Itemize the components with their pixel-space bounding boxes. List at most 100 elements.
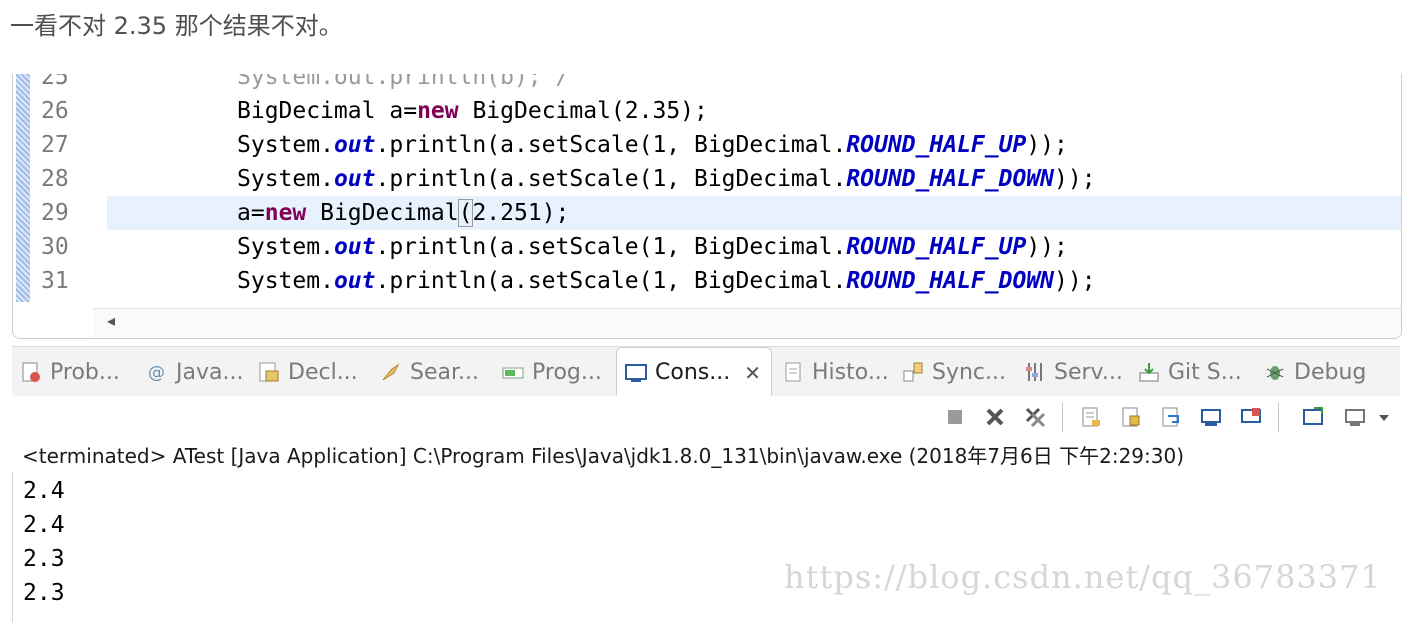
- tab-problems[interactable]: Prob...: [20, 347, 120, 397]
- token-var: a: [237, 200, 251, 226]
- new-console-view-icon[interactable]: [1342, 404, 1368, 430]
- tab-history[interactable]: Histo...: [782, 347, 889, 397]
- token-text: .println(: [375, 268, 501, 294]
- token-text: .setScale(1, BigDecimal.: [513, 132, 847, 158]
- token-var: a: [500, 268, 514, 294]
- servers-icon: [1024, 361, 1046, 383]
- line-number: 31: [41, 268, 69, 294]
- token-text: .setScale(1, BigDecimal.: [513, 268, 847, 294]
- declaration-icon: [258, 361, 280, 383]
- git-staging-icon: [1138, 361, 1160, 383]
- tab-label: Debug: [1294, 359, 1367, 385]
- matching-bracket: (: [457, 199, 474, 227]
- line-number: 26: [41, 98, 69, 124]
- code-line-25[interactable]: System.out.println(b); /: [107, 74, 1401, 94]
- tab-console[interactable]: Cons... ✕: [616, 347, 772, 397]
- tab-progress[interactable]: Prog...: [502, 347, 602, 397]
- line-number: 29: [41, 200, 69, 226]
- code-line-27[interactable]: System.out.println(a.setScale(1, BigDeci…: [107, 128, 1401, 162]
- token-text: 2.251);: [472, 200, 570, 226]
- line-number: 25: [41, 74, 69, 90]
- code-line-29-current[interactable]: a=new BigDecimal(2.251);: [107, 196, 1401, 230]
- javadoc-icon: @: [146, 361, 168, 383]
- code-line-28[interactable]: System.out.println(a.setScale(1, BigDeci…: [107, 162, 1401, 196]
- tab-declaration[interactable]: Decl...: [258, 347, 358, 397]
- debug-icon: [1264, 361, 1286, 383]
- line-number: 27: [41, 132, 69, 158]
- code-editor[interactable]: 25 26 27 28 29 30 31 System.out.println(…: [12, 74, 1402, 339]
- open-console-icon[interactable]: [1300, 404, 1326, 430]
- token-text: BigDecimal(2.35);: [458, 98, 708, 124]
- output-line: 2.4: [23, 478, 65, 504]
- code-line-30[interactable]: System.out.println(a.setScale(1, BigDeci…: [107, 230, 1401, 264]
- token-field: out: [333, 132, 376, 158]
- synchronize-icon: [902, 361, 924, 383]
- token-keyword: new: [417, 98, 459, 124]
- tab-label: Histo...: [812, 359, 889, 385]
- tab-label: Prog...: [532, 359, 602, 385]
- token-text: ));: [1026, 132, 1068, 158]
- search-icon: [380, 361, 402, 383]
- view-tab-bar: Prob... @ Java... Decl... Sear... Prog...…: [12, 346, 1400, 397]
- token-class: System.: [237, 268, 334, 294]
- token-var: a: [500, 234, 514, 260]
- code-line-26[interactable]: BigDecimal a=new BigDecimal(2.35);: [107, 94, 1401, 128]
- tab-label: Sync...: [932, 359, 1007, 385]
- tab-git-staging[interactable]: Git S...: [1138, 347, 1242, 397]
- tab-label: Serv...: [1054, 359, 1123, 385]
- code-area[interactable]: System.out.println(b); / BigDecimal a=ne…: [107, 74, 1401, 302]
- token-text: .println(: [375, 234, 501, 260]
- tab-javadoc[interactable]: @ Java...: [146, 347, 243, 397]
- console-output[interactable]: 2.4 2.4 2.3 2.3: [12, 472, 1401, 622]
- token-op: =: [403, 98, 418, 124]
- tab-search[interactable]: Sear...: [380, 347, 479, 397]
- pin-console-icon[interactable]: [1198, 404, 1224, 430]
- output-line: 2.3: [23, 546, 65, 572]
- tab-label: Prob...: [50, 359, 120, 385]
- token-class: System.: [237, 234, 334, 260]
- scroll-left-icon[interactable]: ◂: [107, 311, 115, 330]
- token-class: System.: [237, 132, 334, 158]
- chevron-down-icon[interactable]: [1374, 404, 1394, 430]
- tab-label: Java...: [176, 359, 244, 385]
- word-wrap-icon[interactable]: [1158, 404, 1184, 430]
- scroll-lock-icon[interactable]: [1118, 404, 1144, 430]
- output-line: 2.3: [23, 580, 65, 606]
- token-text: ));: [1054, 268, 1096, 294]
- token-text: .setScale(1, BigDecimal.: [513, 166, 847, 192]
- token-text: BigDecimal: [306, 200, 459, 226]
- history-icon: [782, 361, 804, 383]
- token-type: BigDecimal: [237, 98, 376, 124]
- code-line-31[interactable]: System.out.println(a.setScale(1, BigDeci…: [107, 264, 1401, 298]
- token-var: a: [389, 98, 404, 124]
- token-keyword: new: [264, 200, 307, 226]
- tab-servers[interactable]: Serv...: [1024, 347, 1123, 397]
- progress-icon: [502, 361, 524, 383]
- overview-ruler: [16, 74, 30, 302]
- token-constant: ROUND_HALF_UP: [846, 132, 1027, 158]
- intro-text: 一看不对 2.35 那个结果不对。: [10, 12, 343, 40]
- token-op: =: [250, 200, 265, 226]
- terminate-icon[interactable]: [942, 404, 968, 430]
- token-text: ));: [1054, 166, 1096, 192]
- tab-synchronize[interactable]: Sync...: [902, 347, 1006, 397]
- token-field: out: [333, 268, 376, 294]
- token-var: a: [500, 166, 514, 192]
- line-number-gutter: 25 26 27 28 29 30 31: [35, 74, 105, 302]
- horizontal-scrollbar[interactable]: ◂: [93, 308, 1401, 337]
- svg-text:@: @: [148, 363, 165, 383]
- token-field: out: [333, 234, 376, 260]
- close-icon[interactable]: ✕: [744, 361, 761, 385]
- token-text: .println(: [375, 166, 501, 192]
- token-var: a: [500, 132, 514, 158]
- token-constant: ROUND_HALF_DOWN: [846, 268, 1055, 294]
- remove-all-terminated-icon[interactable]: [1022, 404, 1048, 430]
- tab-label: Sear...: [410, 359, 479, 385]
- display-selected-console-icon[interactable]: [1238, 404, 1264, 430]
- clear-console-icon[interactable]: [1078, 404, 1104, 430]
- token-text: .println(: [375, 132, 501, 158]
- tab-debug[interactable]: Debug: [1264, 347, 1366, 397]
- line-number: 28: [41, 166, 69, 192]
- token-constant: ROUND_HALF_UP: [846, 234, 1027, 260]
- remove-launch-icon[interactable]: [982, 404, 1008, 430]
